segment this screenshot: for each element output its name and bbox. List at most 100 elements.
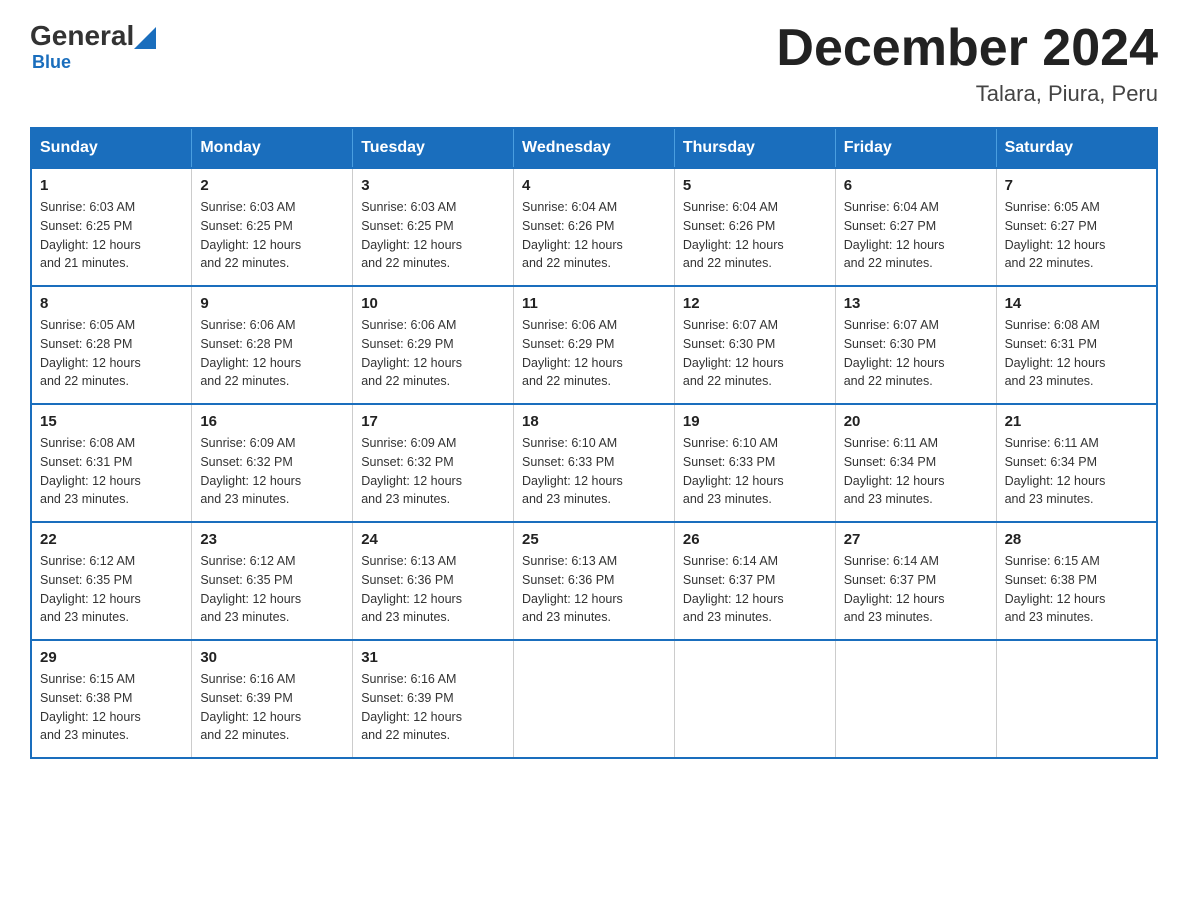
day-number: 16 (200, 413, 344, 430)
calendar-cell: 15 Sunrise: 6:08 AM Sunset: 6:31 PM Dayl… (31, 404, 192, 522)
sunrise-label: Sunrise: 6:10 AM (522, 436, 617, 450)
calendar-week-row: 29 Sunrise: 6:15 AM Sunset: 6:38 PM Dayl… (31, 640, 1157, 758)
daylight-label: Daylight: 12 hours (361, 474, 462, 488)
sunset-label: Sunset: 6:26 PM (683, 219, 775, 233)
daylight-label: Daylight: 12 hours (361, 710, 462, 724)
calendar-cell: 23 Sunrise: 6:12 AM Sunset: 6:35 PM Dayl… (192, 522, 353, 640)
day-info: Sunrise: 6:07 AM Sunset: 6:30 PM Dayligh… (683, 316, 827, 391)
daylight-label: Daylight: 12 hours (522, 238, 623, 252)
sunrise-label: Sunrise: 6:13 AM (522, 554, 617, 568)
calendar-cell: 1 Sunrise: 6:03 AM Sunset: 6:25 PM Dayli… (31, 168, 192, 286)
day-number: 5 (683, 177, 827, 194)
daylight-minutes: and 22 minutes. (200, 374, 289, 388)
day-info: Sunrise: 6:09 AM Sunset: 6:32 PM Dayligh… (361, 434, 505, 509)
calendar-week-row: 1 Sunrise: 6:03 AM Sunset: 6:25 PM Dayli… (31, 168, 1157, 286)
daylight-minutes: and 21 minutes. (40, 256, 129, 270)
day-info: Sunrise: 6:06 AM Sunset: 6:29 PM Dayligh… (361, 316, 505, 391)
sunset-label: Sunset: 6:34 PM (1005, 455, 1097, 469)
sunset-label: Sunset: 6:38 PM (40, 691, 132, 705)
day-number: 4 (522, 177, 666, 194)
sunrise-label: Sunrise: 6:14 AM (683, 554, 778, 568)
daylight-label: Daylight: 12 hours (844, 356, 945, 370)
day-number: 20 (844, 413, 988, 430)
day-number: 25 (522, 531, 666, 548)
daylight-label: Daylight: 12 hours (200, 592, 301, 606)
sunset-label: Sunset: 6:27 PM (844, 219, 936, 233)
calendar-week-row: 8 Sunrise: 6:05 AM Sunset: 6:28 PM Dayli… (31, 286, 1157, 404)
day-number: 9 (200, 295, 344, 312)
calendar-cell: 20 Sunrise: 6:11 AM Sunset: 6:34 PM Dayl… (835, 404, 996, 522)
column-header-saturday: Saturday (996, 128, 1157, 168)
sunset-label: Sunset: 6:33 PM (522, 455, 614, 469)
day-number: 10 (361, 295, 505, 312)
sunset-label: Sunset: 6:28 PM (40, 337, 132, 351)
daylight-minutes: and 23 minutes. (361, 610, 450, 624)
sunrise-label: Sunrise: 6:07 AM (683, 318, 778, 332)
daylight-label: Daylight: 12 hours (522, 592, 623, 606)
sunrise-label: Sunrise: 6:08 AM (40, 436, 135, 450)
day-number: 22 (40, 531, 183, 548)
daylight-minutes: and 23 minutes. (1005, 492, 1094, 506)
sunset-label: Sunset: 6:35 PM (40, 573, 132, 587)
day-info: Sunrise: 6:15 AM Sunset: 6:38 PM Dayligh… (1005, 552, 1148, 627)
calendar-table: SundayMondayTuesdayWednesdayThursdayFrid… (30, 127, 1158, 759)
column-header-sunday: Sunday (31, 128, 192, 168)
day-info: Sunrise: 6:12 AM Sunset: 6:35 PM Dayligh… (40, 552, 183, 627)
calendar-cell: 7 Sunrise: 6:05 AM Sunset: 6:27 PM Dayli… (996, 168, 1157, 286)
calendar-cell: 18 Sunrise: 6:10 AM Sunset: 6:33 PM Dayl… (514, 404, 675, 522)
day-info: Sunrise: 6:04 AM Sunset: 6:27 PM Dayligh… (844, 198, 988, 273)
sunset-label: Sunset: 6:29 PM (361, 337, 453, 351)
daylight-label: Daylight: 12 hours (1005, 592, 1106, 606)
day-info: Sunrise: 6:14 AM Sunset: 6:37 PM Dayligh… (683, 552, 827, 627)
day-info: Sunrise: 6:04 AM Sunset: 6:26 PM Dayligh… (683, 198, 827, 273)
daylight-minutes: and 22 minutes. (361, 374, 450, 388)
day-info: Sunrise: 6:14 AM Sunset: 6:37 PM Dayligh… (844, 552, 988, 627)
daylight-label: Daylight: 12 hours (200, 710, 301, 724)
sunset-label: Sunset: 6:28 PM (200, 337, 292, 351)
sunset-label: Sunset: 6:25 PM (361, 219, 453, 233)
day-number: 7 (1005, 177, 1148, 194)
day-info: Sunrise: 6:10 AM Sunset: 6:33 PM Dayligh… (683, 434, 827, 509)
day-info: Sunrise: 6:08 AM Sunset: 6:31 PM Dayligh… (40, 434, 183, 509)
daylight-label: Daylight: 12 hours (361, 592, 462, 606)
daylight-minutes: and 23 minutes. (40, 492, 129, 506)
day-number: 24 (361, 531, 505, 548)
calendar-week-row: 15 Sunrise: 6:08 AM Sunset: 6:31 PM Dayl… (31, 404, 1157, 522)
calendar-cell: 13 Sunrise: 6:07 AM Sunset: 6:30 PM Dayl… (835, 286, 996, 404)
daylight-label: Daylight: 12 hours (844, 592, 945, 606)
sunrise-label: Sunrise: 6:14 AM (844, 554, 939, 568)
day-info: Sunrise: 6:07 AM Sunset: 6:30 PM Dayligh… (844, 316, 988, 391)
day-number: 27 (844, 531, 988, 548)
calendar-cell: 24 Sunrise: 6:13 AM Sunset: 6:36 PM Dayl… (353, 522, 514, 640)
calendar-cell (996, 640, 1157, 758)
daylight-label: Daylight: 12 hours (1005, 238, 1106, 252)
daylight-label: Daylight: 12 hours (522, 474, 623, 488)
sunset-label: Sunset: 6:36 PM (361, 573, 453, 587)
daylight-minutes: and 22 minutes. (522, 256, 611, 270)
daylight-label: Daylight: 12 hours (683, 238, 784, 252)
daylight-minutes: and 22 minutes. (361, 728, 450, 742)
day-number: 17 (361, 413, 505, 430)
calendar-cell (674, 640, 835, 758)
column-header-wednesday: Wednesday (514, 128, 675, 168)
sunset-label: Sunset: 6:30 PM (844, 337, 936, 351)
daylight-minutes: and 22 minutes. (200, 728, 289, 742)
column-header-friday: Friday (835, 128, 996, 168)
day-number: 31 (361, 649, 505, 666)
sunset-label: Sunset: 6:25 PM (40, 219, 132, 233)
day-info: Sunrise: 6:03 AM Sunset: 6:25 PM Dayligh… (40, 198, 183, 273)
sunset-label: Sunset: 6:37 PM (844, 573, 936, 587)
daylight-minutes: and 22 minutes. (683, 256, 772, 270)
daylight-minutes: and 23 minutes. (40, 728, 129, 742)
day-info: Sunrise: 6:03 AM Sunset: 6:25 PM Dayligh… (200, 198, 344, 273)
day-number: 12 (683, 295, 827, 312)
calendar-cell: 9 Sunrise: 6:06 AM Sunset: 6:28 PM Dayli… (192, 286, 353, 404)
day-info: Sunrise: 6:05 AM Sunset: 6:27 PM Dayligh… (1005, 198, 1148, 273)
day-info: Sunrise: 6:09 AM Sunset: 6:32 PM Dayligh… (200, 434, 344, 509)
daylight-minutes: and 23 minutes. (683, 610, 772, 624)
sunrise-label: Sunrise: 6:04 AM (522, 200, 617, 214)
location-title: Talara, Piura, Peru (776, 81, 1158, 107)
sunrise-label: Sunrise: 6:15 AM (40, 672, 135, 686)
daylight-minutes: and 22 minutes. (844, 256, 933, 270)
day-info: Sunrise: 6:15 AM Sunset: 6:38 PM Dayligh… (40, 670, 183, 745)
